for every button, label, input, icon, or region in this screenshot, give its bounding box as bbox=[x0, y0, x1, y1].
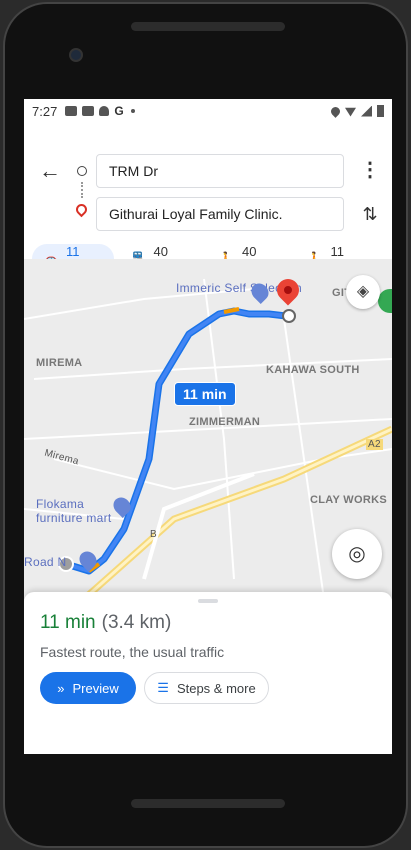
status-right bbox=[329, 104, 384, 118]
map-view[interactable]: Immeric Self Selection GIT MIREMA KAHAWA… bbox=[24, 259, 392, 599]
wifi-icon bbox=[345, 107, 356, 117]
contact-card-icon bbox=[82, 106, 95, 116]
route-connector bbox=[81, 182, 83, 198]
dot-icon bbox=[130, 109, 135, 113]
eta-time: 11 min bbox=[40, 612, 96, 633]
destination-pin-icon bbox=[73, 201, 90, 218]
status-bar: 7:27 G bbox=[24, 99, 392, 123]
back-arrow-icon[interactable]: ← bbox=[38, 159, 62, 183]
notification-icon bbox=[99, 106, 110, 116]
sheet-handle[interactable] bbox=[198, 599, 218, 603]
gallery-icon bbox=[65, 106, 78, 116]
top-speaker bbox=[131, 22, 285, 31]
origin-dot-icon bbox=[77, 166, 87, 176]
road-a2: A2 bbox=[366, 439, 383, 450]
location-icon bbox=[329, 104, 342, 118]
steps-label: Steps & more bbox=[176, 680, 256, 696]
swap-icon[interactable]: ⇅ bbox=[360, 203, 380, 225]
area-clay-works: CLAY WORKS bbox=[310, 494, 387, 506]
poi-flokama[interactable]: Flokama furniture mart bbox=[36, 497, 126, 525]
signal-icon bbox=[361, 105, 372, 117]
road-b: B bbox=[150, 529, 157, 540]
phone-frame: 7:27 G ← TRM Dr Githurai Loyal Family Cl… bbox=[3, 2, 408, 848]
preview-label: Preview bbox=[72, 680, 119, 696]
layers-icon[interactable]: ◈ bbox=[346, 275, 380, 309]
route-summary-sheet[interactable]: 11 min (3.4 km) Fastest route, the usual … bbox=[24, 592, 392, 754]
battery-icon bbox=[377, 105, 384, 117]
more-options-icon[interactable]: ⋮ bbox=[360, 160, 380, 181]
chevron-right-icon: » bbox=[57, 680, 65, 696]
directions-search: ← TRM Dr Githurai Loyal Family Clinic. ⋮… bbox=[24, 123, 392, 235]
steps-button[interactable]: ☰ Steps & more bbox=[144, 672, 269, 704]
destination-field[interactable]: Githurai Loyal Family Clinic. bbox=[96, 197, 344, 231]
area-kahawa: KAHAWA SOUTH bbox=[266, 364, 360, 376]
front-camera bbox=[69, 48, 83, 62]
origin-field[interactable]: TRM Dr bbox=[96, 154, 344, 188]
list-icon: ☰ bbox=[157, 680, 169, 695]
route-line bbox=[62, 307, 290, 575]
road-label: Road N bbox=[24, 555, 67, 569]
area-zimmerman: ZIMMERMAN bbox=[189, 416, 261, 428]
preview-button[interactable]: » Preview bbox=[40, 672, 136, 704]
eta: 11 min (3.4 km) bbox=[40, 612, 171, 634]
google-icon: G bbox=[114, 104, 124, 118]
area-mirema: MIREMA bbox=[36, 357, 83, 369]
route-time-badge[interactable]: 11 min bbox=[174, 382, 236, 406]
screen: 7:27 G ← TRM Dr Githurai Loyal Family Cl… bbox=[24, 99, 392, 754]
eta-distance: (3.4 km) bbox=[101, 612, 172, 633]
bottom-speaker bbox=[131, 799, 285, 808]
status-time: 7:27 bbox=[32, 103, 58, 119]
my-location-icon[interactable]: ◎ bbox=[332, 529, 382, 579]
route-description: Fastest route, the usual traffic bbox=[40, 644, 225, 660]
